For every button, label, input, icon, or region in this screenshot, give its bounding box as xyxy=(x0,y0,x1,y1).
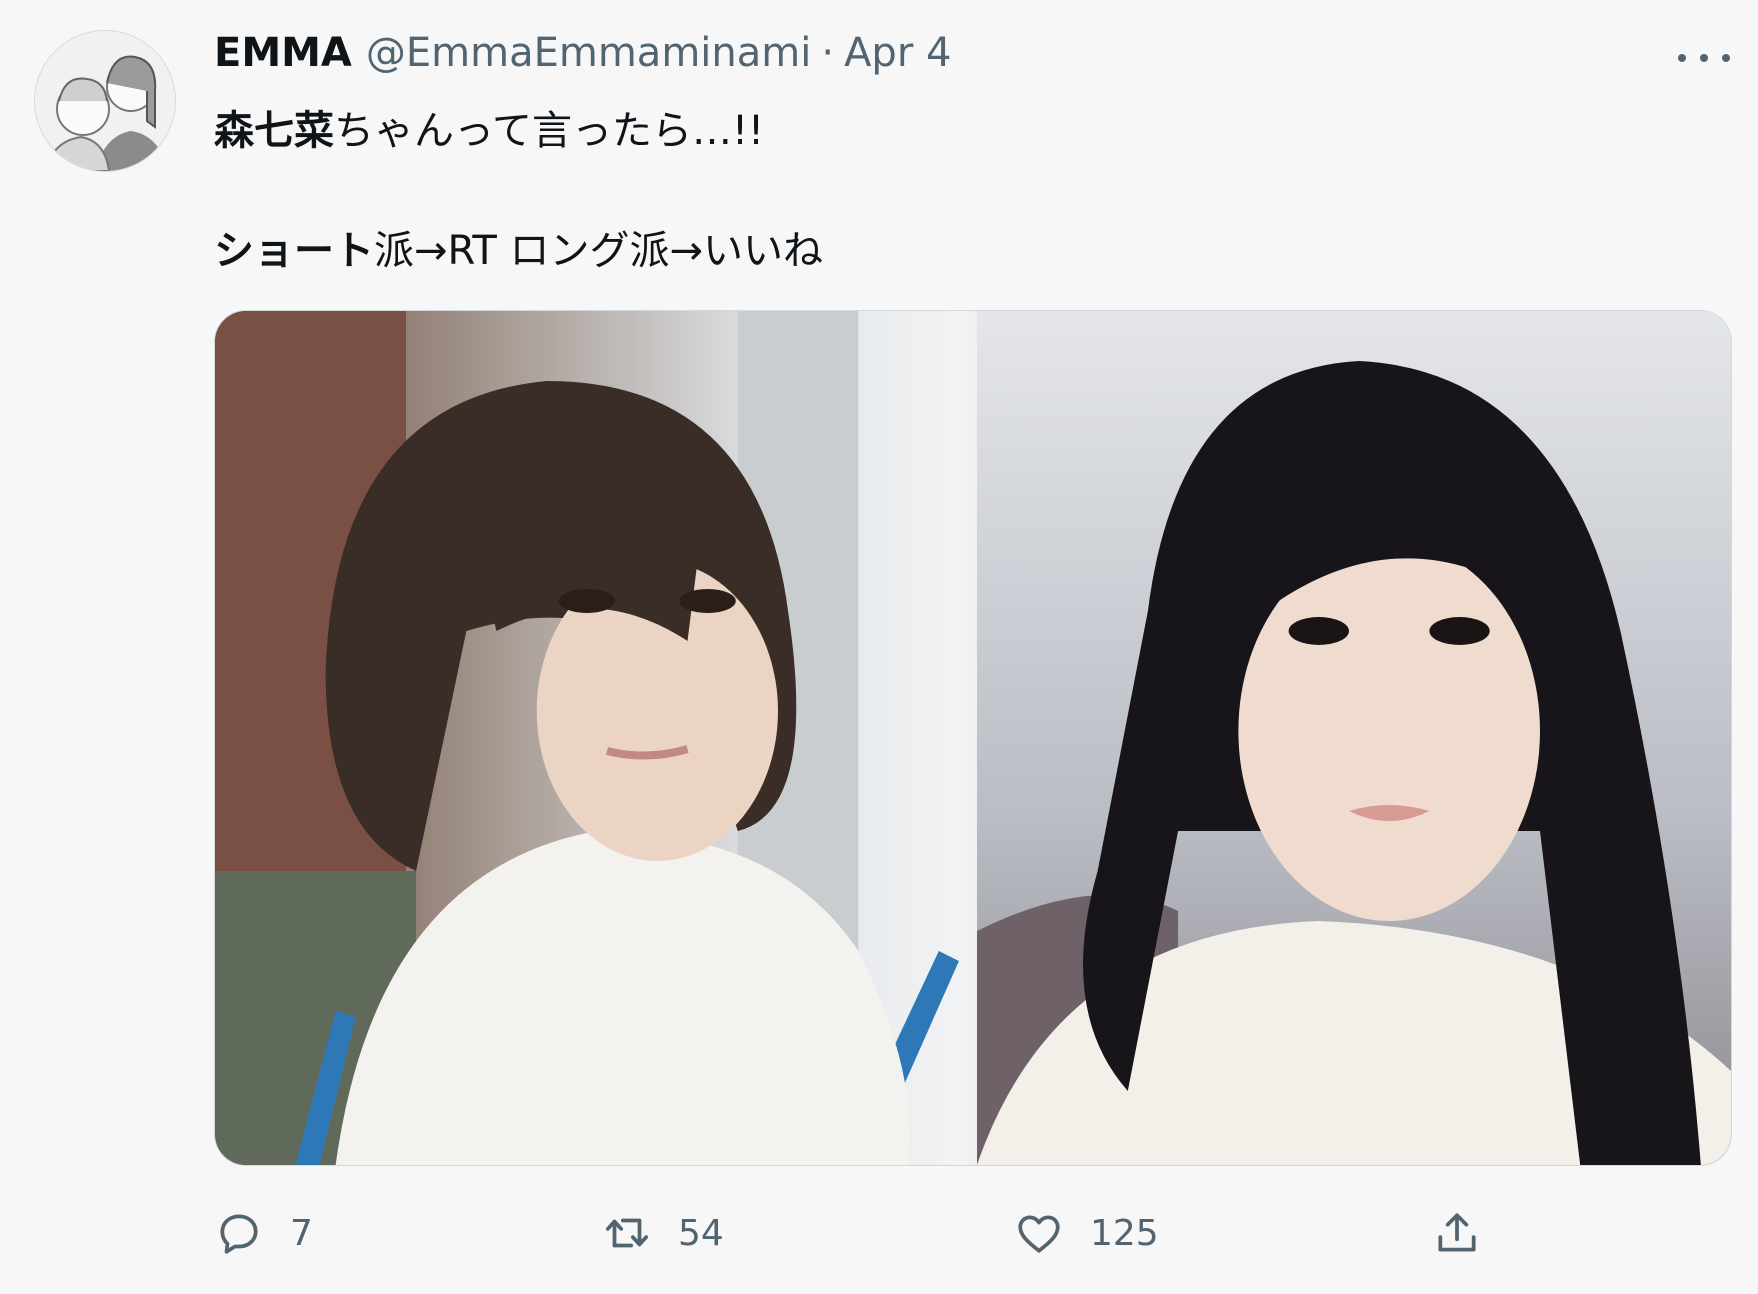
tweet-media-grid xyxy=(214,310,1732,1166)
more-dot xyxy=(1700,54,1708,62)
like-button[interactable]: 125 xyxy=(1014,1198,1159,1268)
heart-icon xyxy=(1018,1215,1060,1253)
reply-count: 7 xyxy=(290,1212,313,1254)
retweet-icon xyxy=(605,1218,649,1248)
reply-icon xyxy=(220,1214,258,1254)
more-dot xyxy=(1722,54,1730,62)
media-photo-left[interactable] xyxy=(215,311,969,1165)
photo-short-hair xyxy=(215,311,969,1165)
more-options-icon[interactable] xyxy=(1678,46,1730,70)
share-icon xyxy=(1438,1213,1476,1252)
share-button[interactable] xyxy=(1432,1198,1482,1268)
tweet-date[interactable]: Apr 4 xyxy=(844,30,951,76)
media-photo-right[interactable] xyxy=(977,311,1731,1165)
tweet-text-bold: ショート xyxy=(214,228,374,274)
tweet-text: ちゃんって言ったら…!! xyxy=(334,108,765,154)
tweet-header: EMMA @EmmaEmmaminami · Apr 4 xyxy=(214,30,951,90)
tweet-actions: 7 54 125 xyxy=(214,1198,1730,1268)
author-avatar[interactable] xyxy=(34,30,176,172)
more-dot xyxy=(1678,54,1686,62)
tweet-text-bold: 森七菜 xyxy=(214,108,334,154)
like-count: 125 xyxy=(1090,1212,1159,1254)
retweet-button[interactable]: 54 xyxy=(602,1198,724,1268)
author-name[interactable]: EMMA xyxy=(214,30,352,76)
reply-button[interactable]: 7 xyxy=(214,1198,313,1268)
avatar-illustration xyxy=(35,31,175,171)
photo-long-hair xyxy=(977,311,1731,1165)
tweet-text: 派→RT ロング派→いいね xyxy=(374,228,824,274)
tweet-text-line-2: ショート派→RT ロング派→いいね xyxy=(214,218,823,276)
tweet-text-line-1: 森七菜ちゃんって言ったら…!! xyxy=(214,98,764,156)
header-separator: · xyxy=(821,30,835,76)
author-handle[interactable]: @EmmaEmmaminami xyxy=(366,30,811,76)
retweet-count: 54 xyxy=(678,1212,724,1254)
